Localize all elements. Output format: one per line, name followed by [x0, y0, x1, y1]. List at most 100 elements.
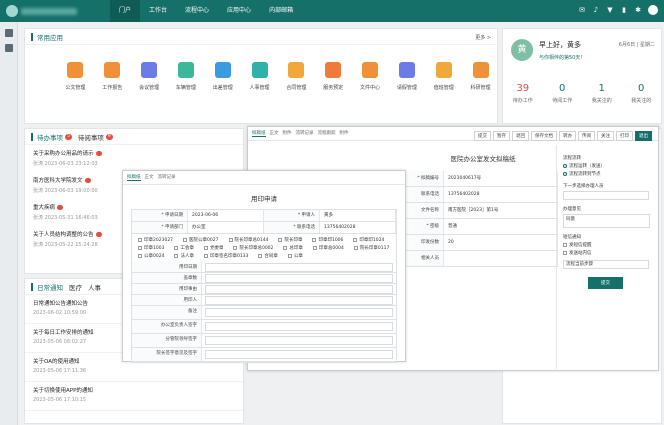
doc-field-row: * 密级 普通	[398, 219, 558, 235]
seal-checkbox[interactable]: 印章签名印章0133	[203, 253, 248, 259]
radio-flow-send[interactable]: 流程运转（发送）	[563, 163, 650, 169]
seal-checkbox[interactable]: 医院公章0027	[183, 237, 219, 243]
doc-tab[interactable]: 流转记录	[296, 130, 314, 137]
doc-button[interactable]: 退回	[512, 131, 529, 141]
doc-button[interactable]: 暂存	[493, 131, 510, 141]
seal-checkbox[interactable]: 法人章	[174, 253, 194, 259]
app-8[interactable]: 文件中心	[354, 62, 387, 91]
bell-icon[interactable]: ♪	[592, 6, 600, 14]
nav-item-process-center[interactable]: 流程中心	[176, 0, 218, 22]
app-5[interactable]: 人事管理	[243, 62, 276, 91]
stat-followed[interactable]: 1 我关注的	[592, 83, 612, 104]
seal-field-input[interactable]	[205, 308, 393, 317]
doc-tab[interactable]: 拟稿纸	[252, 130, 266, 137]
doc-tab[interactable]: 流程跟踪	[318, 130, 336, 137]
seal-checkbox[interactable]: 党委章	[203, 245, 223, 251]
doc-button[interactable]: 提交	[474, 131, 491, 141]
shirt-icon[interactable]: ▼	[606, 6, 614, 14]
seal-field-input[interactable]	[205, 322, 393, 331]
app-1[interactable]: 工作报告	[96, 62, 129, 91]
tab-medical[interactable]: 医疗	[69, 282, 82, 292]
tab-toread[interactable]: 待阅事项 9	[78, 132, 113, 142]
doc-button[interactable]: 关注	[597, 131, 614, 141]
seal-checkbox[interactable]: 院长印章	[278, 237, 302, 243]
app-4[interactable]: 出差管理	[206, 62, 239, 91]
seal-checkbox[interactable]: 印章印1024	[353, 237, 384, 243]
doc-tab[interactable]: 正文	[270, 130, 279, 137]
seal-checkbox[interactable]: 公章	[287, 253, 303, 259]
app-icon	[288, 62, 305, 78]
tab-personnel[interactable]: 人事	[88, 282, 101, 292]
monitor-icon[interactable]	[5, 29, 13, 37]
submit-button[interactable]: 提交	[588, 277, 623, 289]
app-9[interactable]: 请假管理	[390, 62, 423, 91]
doc-field-value[interactable]: 普通	[444, 219, 558, 234]
apps-more-link[interactable]: 更多 >	[475, 34, 491, 41]
app-6[interactable]: 合同管理	[280, 62, 313, 91]
folder-icon[interactable]	[5, 44, 13, 52]
app-3[interactable]: 车辆管理	[169, 62, 202, 91]
doc-field-value[interactable]	[444, 251, 558, 266]
radio-flow-node[interactable]: 流程流转到节点	[563, 171, 650, 177]
seal-field-input[interactable]	[205, 350, 393, 359]
gear-icon[interactable]: ✱	[634, 6, 642, 14]
app-10[interactable]: 值班管理	[427, 62, 460, 91]
seal-field-input[interactable]	[205, 336, 393, 345]
seal-checkbox[interactable]: 工会章	[174, 245, 194, 251]
doc-field-row: 印发份数 20	[398, 235, 558, 251]
doc-field-value[interactable]: 南方医院［2023］第1号	[444, 203, 558, 218]
seal-field-row: 分管院领导签字	[132, 334, 396, 348]
seal-field-input[interactable]	[205, 295, 393, 305]
nav-item-app-center[interactable]: 应用中心	[218, 0, 260, 22]
app-0[interactable]: 公文管理	[59, 62, 92, 91]
seal-checkbox[interactable]: 印章总0004	[312, 245, 344, 251]
seal-checkbox[interactable]: 院长印章总0002	[233, 245, 273, 251]
seal-checkbox[interactable]: 印章1003	[138, 245, 164, 251]
stat-other[interactable]: 0 我关注的	[631, 83, 651, 104]
notice-item[interactable]: 关于切换使用APP的通知 2023-05-06 17:10:15	[25, 382, 243, 411]
seal-checkbox[interactable]: 总印章	[283, 245, 303, 251]
doc-button[interactable]: 保存文档	[531, 131, 557, 141]
doc-field-value[interactable]: 2023040617号	[444, 171, 558, 186]
apps-grid: 公文管理 工作报告 会议管理 车辆管理 出差管理 人事管理 合同管理 服务预定 文件中心 请假管理…	[25, 45, 497, 91]
seal-checkbox[interactable]: 院长印章总0144	[228, 237, 268, 243]
seal-checkbox[interactable]: 印章2023027	[138, 237, 173, 243]
phone-icon[interactable]: ▮	[620, 6, 628, 14]
option-internal-msg[interactable]: 发送站内信	[563, 250, 650, 256]
nav-item-portal[interactable]: 门户	[110, 0, 141, 22]
nav-item-workbench[interactable]: 工作台	[140, 0, 176, 22]
doc-button[interactable]: 退出	[635, 131, 652, 141]
seal-tab[interactable]: 拟稿纸	[127, 174, 141, 181]
app-11[interactable]: 科研管理	[464, 62, 497, 91]
doc-button[interactable]: 打印	[616, 131, 633, 141]
stat-todo[interactable]: 39 待办工作	[513, 83, 533, 104]
doc-field-value[interactable]: 20	[444, 235, 558, 250]
app-2[interactable]: 会议管理	[133, 62, 166, 91]
handler-input[interactable]	[563, 191, 649, 200]
seal-tab[interactable]: 正文	[145, 174, 154, 181]
seal-checkbox[interactable]: 院长印章0117	[353, 245, 389, 251]
stat-toread[interactable]: 0 待阅工作	[552, 83, 572, 104]
doc-button[interactable]: 传阅	[578, 131, 595, 141]
option-sms[interactable]: 发短信提醒	[563, 242, 650, 248]
seal-checkbox[interactable]: 合同章	[258, 253, 278, 259]
step-select[interactable]: 流程当前步骤	[563, 260, 649, 269]
tab-todo[interactable]: 待办事项 5	[31, 132, 72, 142]
nav-item-internal-mail[interactable]: 内部邮箱	[260, 0, 302, 22]
seal-field-input[interactable]	[205, 262, 393, 272]
seal-checkbox[interactable]: 印章印1006	[312, 237, 343, 243]
opinion-textarea[interactable]: 同意	[563, 214, 650, 228]
doc-field-value[interactable]: 13756402028	[444, 187, 558, 202]
doc-tab[interactable]: 附件	[340, 130, 349, 137]
doc-tab[interactable]: 附件	[283, 130, 292, 137]
chat-icon[interactable]: ✉	[578, 6, 586, 14]
logo	[6, 4, 80, 18]
seal-checkbox[interactable]: 公章0024	[138, 253, 164, 259]
app-7[interactable]: 服务预定	[317, 62, 350, 91]
user-avatar[interactable]	[648, 5, 658, 15]
doc-button[interactable]: 转办	[559, 131, 576, 141]
seal-tab[interactable]: 流转记录	[158, 174, 176, 181]
seal-field-input[interactable]	[205, 273, 393, 283]
seal-field-input[interactable]	[205, 284, 393, 294]
tab-daily-notice[interactable]: 日常通知	[31, 282, 63, 292]
